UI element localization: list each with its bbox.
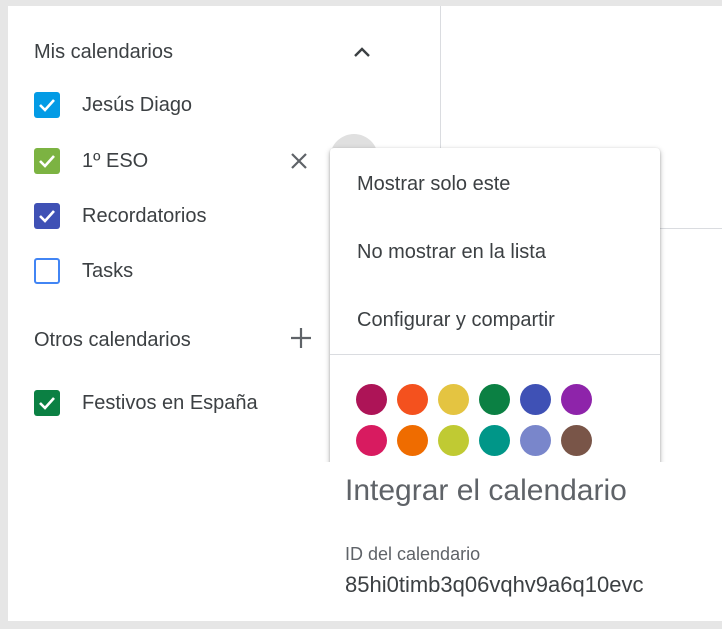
calendar-checkbox[interactable] <box>34 258 60 284</box>
color-swatch[interactable] <box>438 425 469 456</box>
remove-calendar-button[interactable] <box>284 146 314 176</box>
color-swatch[interactable] <box>561 384 592 415</box>
calendar-checkbox[interactable] <box>34 390 60 416</box>
calendar-checkbox[interactable] <box>34 148 60 174</box>
menu-item-hide-from-list[interactable]: No mostrar en la lista <box>330 222 660 282</box>
close-icon <box>291 153 307 169</box>
collapse-my-calendars-button[interactable] <box>342 32 382 72</box>
check-icon <box>39 210 55 223</box>
check-icon <box>39 99 55 112</box>
color-swatch[interactable] <box>520 425 551 456</box>
calendar-item-label: Festivos en España <box>82 391 258 414</box>
calendar-item-label: Recordatorios <box>82 204 207 227</box>
other-calendars-header[interactable]: Otros calendarios <box>34 320 191 360</box>
calendar-settings-panel: Integrar el calendario ID del calendario… <box>318 462 722 621</box>
calendar-item-label: Jesús Diago <box>82 93 193 116</box>
calendar-checkbox[interactable] <box>34 92 60 118</box>
color-swatch[interactable] <box>520 384 551 415</box>
color-swatch[interactable] <box>479 425 510 456</box>
color-swatch[interactable] <box>479 384 510 415</box>
menu-item-label: No mostrar en la lista <box>357 240 546 263</box>
calendar-id-label: ID del calendario <box>345 544 481 564</box>
calendar-item-label: Tasks <box>82 259 134 282</box>
color-swatch[interactable] <box>397 425 428 456</box>
calendar-item-1-eso[interactable]: 1º ESO <box>34 144 148 178</box>
calendar-item-jesus-diago[interactable]: Jesús Diago <box>34 88 192 122</box>
check-icon <box>39 155 55 168</box>
calendar-item-tasks[interactable]: Tasks <box>34 254 133 288</box>
color-swatch[interactable] <box>356 425 387 456</box>
color-palette-row <box>356 384 606 415</box>
add-calendar-button[interactable] <box>283 320 319 356</box>
menu-item-show-only-this[interactable]: Mostrar solo este <box>330 154 660 214</box>
color-swatch[interactable] <box>397 384 428 415</box>
chevron-up-icon <box>354 47 370 57</box>
my-calendars-header[interactable]: Mis calendarios <box>34 32 173 72</box>
color-palette-row <box>356 425 606 456</box>
menu-divider <box>330 354 660 355</box>
color-swatch[interactable] <box>438 384 469 415</box>
check-icon <box>39 397 55 410</box>
panel-title: Integrar el calendario <box>345 474 627 507</box>
color-swatch[interactable] <box>356 384 387 415</box>
menu-item-settings-and-sharing[interactable]: Configurar y compartir <box>330 290 660 350</box>
calendar-item-recordatorios[interactable]: Recordatorios <box>34 199 207 233</box>
calendar-id-value[interactable]: 85hi0timb3q06vqhv9a6q10evc <box>345 572 643 598</box>
calendar-item-festivos[interactable]: Festivos en España <box>34 386 258 420</box>
other-calendars-title: Otros calendarios <box>34 328 191 351</box>
color-palette <box>356 384 606 466</box>
menu-item-label: Mostrar solo este <box>357 172 511 195</box>
menu-item-label: Configurar y compartir <box>357 308 555 331</box>
plus-icon <box>291 328 311 348</box>
calendar-item-label: 1º ESO <box>82 149 149 172</box>
calendar-options-menu: Mostrar solo este No mostrar en la lista… <box>330 148 660 488</box>
my-calendars-title: Mis calendarios <box>34 40 173 63</box>
color-swatch[interactable] <box>561 425 592 456</box>
app-window: Mis calendarios Jesús Diago 1º ESO Recor… <box>8 6 722 621</box>
calendar-checkbox[interactable] <box>34 203 60 229</box>
